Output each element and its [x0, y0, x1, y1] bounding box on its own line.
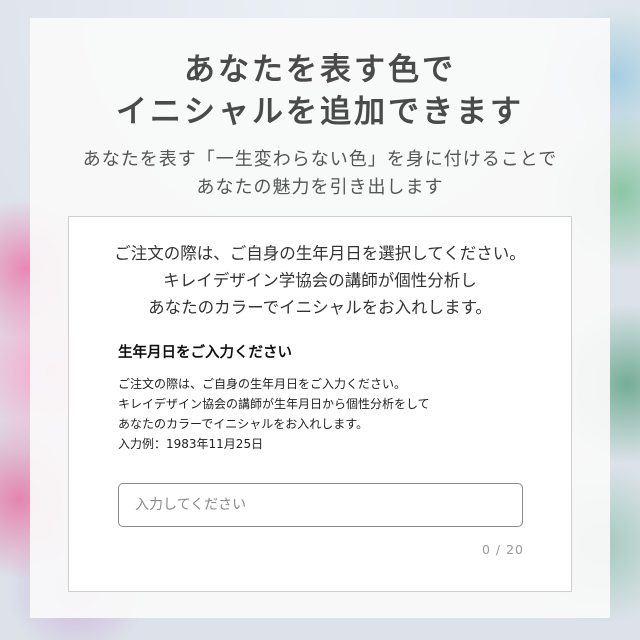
intro-line-1: ご注文の際は、ご自身の生年月日を選択してください。: [114, 244, 526, 263]
birthdate-form-title: 生年月日をご入力ください: [118, 345, 292, 361]
form-input-example: 入力例：1983年11月25日: [118, 437, 264, 451]
heading-line-2: イニシャルを追加できます: [116, 94, 524, 130]
form-description-line-2: キレイデザイン協会の講師が生年月日から個性分析をして: [118, 397, 430, 411]
form-description-line-3: あなたのカラーでイニシャルをお入れします。: [118, 417, 369, 431]
character-counter: 0 / 20: [481, 542, 524, 557]
birthdate-input[interactable]: [118, 483, 523, 527]
subheading-line-1: あなたを表す「一生変わらない色」を身に付けることで: [82, 149, 558, 170]
intro-line-3: あなたのカラーでイニシャルをお入れします。: [148, 298, 492, 317]
subheading-line-2: あなたの魅力を引き出します: [196, 177, 444, 198]
heading-line-1: あなたを表す色で: [184, 52, 456, 88]
form-description-line-1: ご注文の際は、ご自身の生年月日をご入力ください。: [118, 377, 407, 391]
intro-line-2: キレイデザイン学協会の講師が個性分析し: [163, 271, 477, 290]
